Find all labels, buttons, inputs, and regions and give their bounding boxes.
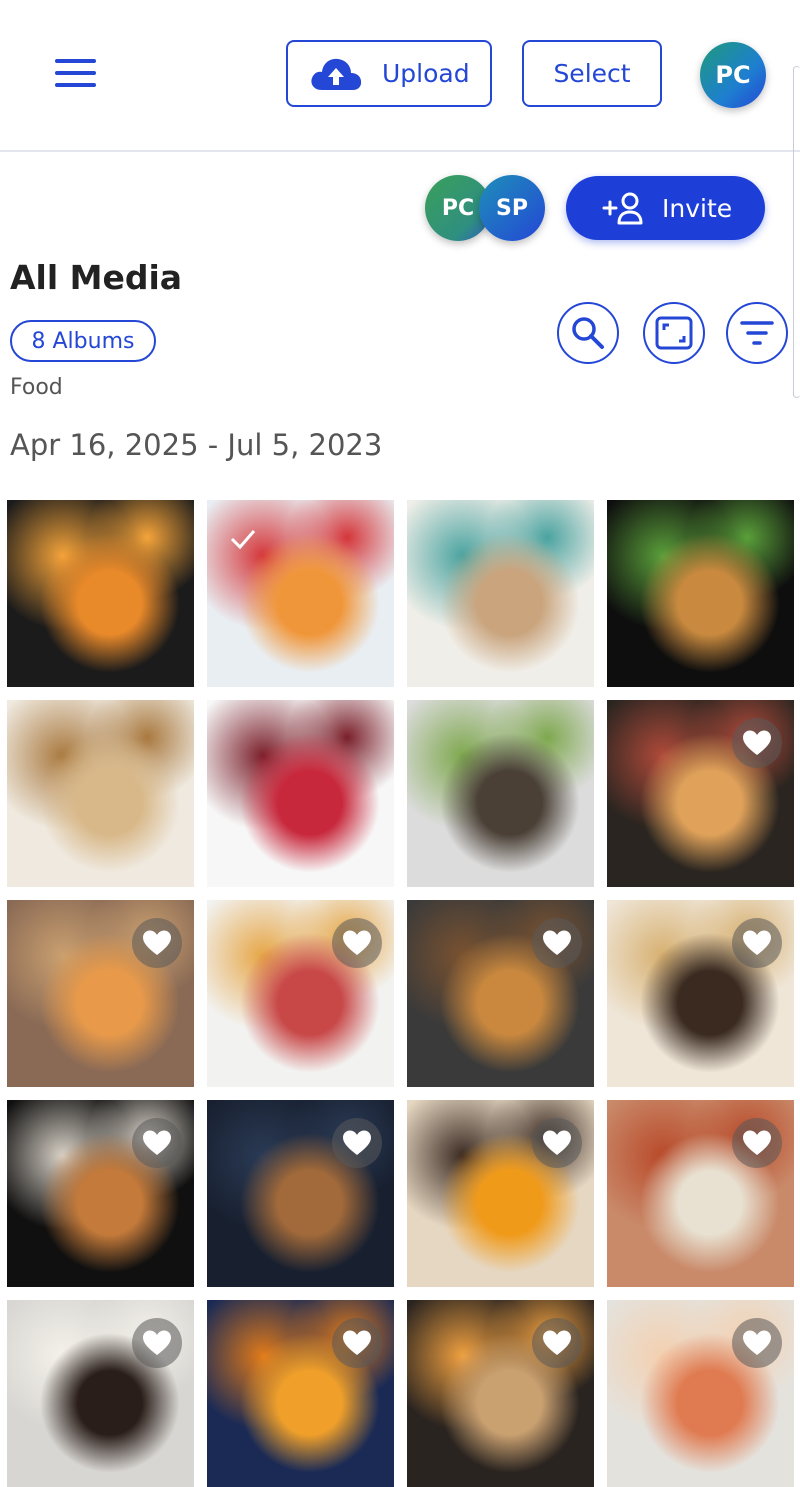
media-tile[interactable] [407,1100,594,1287]
photo-thumbnail [607,500,794,687]
photo-thumbnail [407,700,594,887]
date-range: Apr 16, 2025 - Jul 5, 2023 [10,428,383,462]
media-tile[interactable] [207,1100,394,1287]
photo-thumbnail [7,700,194,887]
heart-icon[interactable] [532,1318,582,1368]
collaborator-avatars[interactable]: PC SP [425,175,547,241]
photo-thumbnail [407,500,594,687]
heart-icon[interactable] [532,918,582,968]
heart-icon[interactable] [732,918,782,968]
media-tile[interactable] [407,1300,594,1487]
select-button[interactable]: Select [522,40,662,107]
media-tile[interactable] [7,1100,194,1287]
media-tile[interactable] [607,1300,794,1487]
media-tile[interactable] [207,500,394,687]
invite-button[interactable]: Invite [566,176,765,240]
upload-label: Upload [382,59,470,88]
scrollbar[interactable] [793,66,800,398]
user-avatar[interactable]: PC [700,42,766,108]
media-tile[interactable] [7,900,194,1087]
heart-icon[interactable] [132,918,182,968]
category-label: Food [10,375,63,400]
media-tile[interactable] [607,900,794,1087]
add-person-icon [602,192,643,225]
cloud-upload-icon [311,58,362,90]
collaborator-avatar[interactable]: SP [479,175,545,241]
check-icon [229,528,257,550]
heart-icon[interactable] [132,1118,182,1168]
media-tile[interactable] [407,900,594,1087]
albums-chip[interactable]: 8 Albums [10,320,156,362]
expand-icon [655,316,693,350]
heart-icon[interactable] [732,1318,782,1368]
media-tile[interactable] [407,700,594,887]
media-grid [0,500,800,1487]
filter-button[interactable] [726,302,788,364]
photo-thumbnail [207,700,394,887]
heart-icon[interactable] [332,1318,382,1368]
media-tile[interactable] [407,500,594,687]
select-label: Select [553,59,631,88]
top-bar: Upload Select PC [0,0,800,398]
media-tile[interactable] [607,500,794,687]
heart-icon[interactable] [532,1118,582,1168]
heart-icon[interactable] [132,1318,182,1368]
heart-icon[interactable] [732,718,782,768]
heart-icon[interactable] [732,1118,782,1168]
media-tile[interactable] [607,1100,794,1287]
heart-icon[interactable] [332,918,382,968]
page-title: All Media [10,258,183,297]
photo-thumbnail [7,500,194,687]
heart-icon[interactable] [332,1118,382,1168]
search-button[interactable] [557,302,619,364]
media-tile[interactable] [607,700,794,887]
invite-label: Invite [662,193,733,223]
media-tile[interactable] [207,700,394,887]
upload-button[interactable]: Upload [286,40,492,107]
filter-icon [740,321,774,345]
menu-icon[interactable] [52,56,100,96]
media-tile[interactable] [207,900,394,1087]
media-tile[interactable] [7,700,194,887]
media-tile[interactable] [7,1300,194,1487]
media-tile[interactable] [7,500,194,687]
expand-button[interactable] [643,302,705,364]
search-icon [572,317,604,349]
media-tile[interactable] [207,1300,394,1487]
